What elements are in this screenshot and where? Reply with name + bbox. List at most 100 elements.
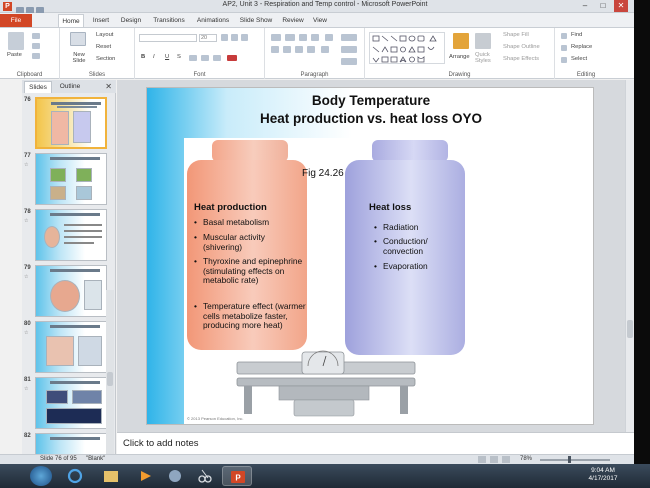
reset-button[interactable]: Reset [96, 44, 111, 50]
slide-preview[interactable] [35, 153, 107, 205]
slide-sorter-icon[interactable] [490, 456, 498, 463]
shape-effects-button[interactable]: Shape Effects [503, 56, 539, 62]
maximize-icon[interactable]: □ [596, 0, 610, 12]
grow-font-icon[interactable] [221, 34, 228, 41]
normal-view-icon[interactable] [478, 456, 486, 463]
slide-thumbnail[interactable]: 78 ☆ [22, 208, 116, 261]
ie-icon[interactable] [60, 466, 90, 486]
figure-image[interactable]: Fig 24.26 Heat production Basal metaboli… [184, 138, 466, 424]
shadow-icon[interactable]: S [177, 54, 181, 60]
bold-icon[interactable]: B [141, 54, 145, 60]
system-clock[interactable]: 9:04 AM 4/17/2017 [578, 467, 628, 483]
new-slide-button[interactable]: New Slide [68, 52, 90, 64]
app-icon[interactable] [160, 466, 190, 486]
zoom-slider[interactable] [540, 459, 610, 461]
quick-styles-icon[interactable] [475, 33, 491, 49]
decrease-indent-icon[interactable] [299, 34, 307, 41]
cut-icon[interactable] [32, 33, 40, 39]
shape-outline-button[interactable]: Shape Outline [503, 44, 540, 50]
select-icon[interactable] [561, 57, 567, 63]
thumbnail-scrollbar[interactable] [106, 290, 114, 454]
underline-icon[interactable]: U [165, 54, 169, 60]
paste-icon[interactable] [8, 32, 24, 50]
slide-thumbnail[interactable]: 77 ☆ [22, 152, 116, 205]
minimize-icon[interactable]: – [578, 0, 592, 12]
explorer-icon[interactable] [96, 466, 126, 486]
strikethrough-icon[interactable] [189, 55, 197, 61]
change-case-icon[interactable] [213, 55, 221, 61]
section-button[interactable]: Section [96, 56, 115, 62]
slide-preview[interactable] [35, 209, 107, 261]
tab-design[interactable]: Design [118, 14, 144, 27]
slide-preview[interactable] [35, 433, 107, 454]
new-slide-icon[interactable] [70, 32, 86, 46]
tab-view[interactable]: View [310, 14, 330, 27]
notes-placeholder[interactable]: Click to add notes [123, 438, 199, 449]
snipping-tool-icon[interactable] [190, 466, 220, 486]
arrange-icon[interactable] [453, 33, 469, 49]
zoom-level[interactable]: 78% [520, 456, 532, 462]
bullets-icon[interactable] [271, 34, 281, 41]
slide-thumbnail[interactable]: 82 [22, 432, 116, 454]
tab-outline[interactable]: Outline [56, 81, 84, 93]
slide-preview[interactable] [35, 321, 107, 373]
paste-button[interactable]: Paste [7, 52, 22, 58]
slide-title[interactable]: Body Temperature [147, 93, 593, 108]
tab-insert[interactable]: Insert [88, 14, 114, 27]
clear-format-icon[interactable] [241, 34, 248, 41]
align-center-icon[interactable] [283, 46, 291, 53]
char-spacing-icon[interactable] [201, 55, 209, 61]
close-icon[interactable]: ✕ [614, 0, 628, 12]
italic-icon[interactable]: I [153, 54, 155, 60]
line-spacing-icon[interactable] [325, 34, 333, 41]
shape-fill-button[interactable]: Shape Fill [503, 32, 529, 38]
slide-thumbnail[interactable]: 76 [22, 96, 116, 149]
tab-file[interactable]: File [0, 14, 32, 27]
columns-icon[interactable] [321, 46, 329, 53]
slide-subtitle[interactable]: Heat production vs. heat loss OYO [147, 111, 593, 126]
zoom-slider-handle[interactable] [568, 456, 571, 463]
justify-icon[interactable] [307, 46, 315, 53]
media-player-icon[interactable] [130, 466, 160, 486]
font-color-icon[interactable] [227, 55, 237, 61]
tab-slides[interactable]: Slides [24, 81, 52, 93]
select-button[interactable]: Select [571, 56, 587, 62]
reading-view-icon[interactable] [502, 456, 510, 463]
tab-animations[interactable]: Animations [194, 14, 232, 27]
tab-slide-show[interactable]: Slide Show [238, 14, 274, 27]
powerpoint-taskbar-icon[interactable]: P [222, 466, 252, 486]
align-right-icon[interactable] [295, 46, 303, 53]
slide-preview[interactable] [35, 377, 107, 429]
replace-icon[interactable] [561, 45, 567, 51]
shapes-gallery[interactable] [369, 32, 445, 64]
tab-transitions[interactable]: Transitions [150, 14, 188, 27]
tab-review[interactable]: Review [280, 14, 306, 27]
start-button[interactable] [30, 466, 52, 486]
quick-styles-button[interactable]: Quick Styles [475, 52, 495, 64]
copy-icon[interactable] [32, 43, 40, 49]
replace-button[interactable]: Replace [571, 44, 592, 50]
slide-preview[interactable] [35, 97, 107, 149]
slide-thumbnail[interactable]: 79 ☆ [22, 264, 116, 317]
font-family-select[interactable] [139, 34, 197, 42]
font-size-select[interactable]: 20 [199, 34, 217, 42]
slide-thumbnail[interactable]: 81 ☆ [22, 376, 116, 429]
current-slide[interactable]: Body Temperature Heat production vs. hea… [146, 87, 594, 425]
shrink-font-icon[interactable] [231, 34, 238, 41]
numbering-icon[interactable] [285, 34, 295, 41]
find-button[interactable]: Find [571, 32, 582, 38]
text-direction-icon[interactable] [341, 34, 357, 41]
format-painter-icon[interactable] [32, 53, 40, 59]
arrange-button[interactable]: Arrange [449, 54, 470, 60]
slide-scrollbar[interactable] [625, 80, 634, 432]
close-pane-icon[interactable]: ✕ [105, 81, 112, 92]
notes-pane[interactable]: Click to add notes [117, 432, 634, 454]
layout-button[interactable]: Layout [96, 32, 113, 38]
increase-indent-icon[interactable] [311, 34, 319, 41]
align-left-icon[interactable] [271, 46, 279, 53]
smartart-icon[interactable] [341, 58, 357, 65]
find-icon[interactable] [561, 33, 567, 39]
slide-thumbnail[interactable]: 80 ☆ [22, 320, 116, 373]
slide-preview[interactable] [35, 265, 107, 317]
align-text-icon[interactable] [341, 46, 357, 53]
